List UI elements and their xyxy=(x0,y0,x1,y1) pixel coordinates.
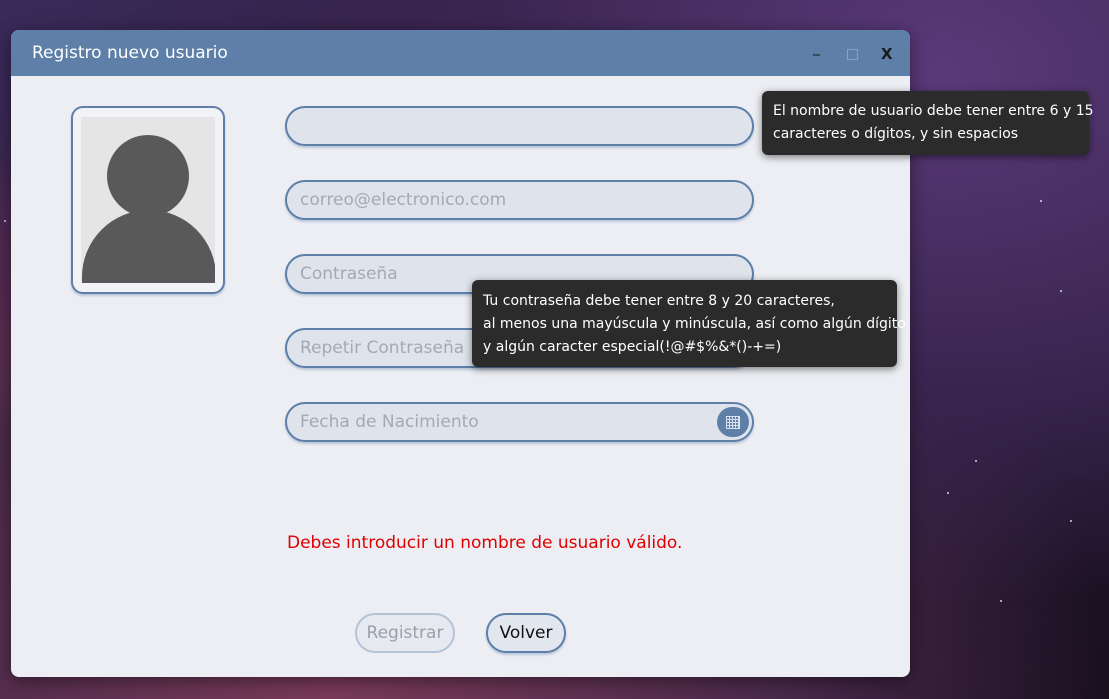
username-tooltip-line: El nombre de usuario debe tener entre 6 … xyxy=(773,103,1094,119)
minimize-button[interactable]: _ xyxy=(813,40,820,56)
register-button[interactable]: Registrar xyxy=(355,613,455,653)
password-tooltip-line: Tu contraseña debe tener entre 8 y 20 ca… xyxy=(483,293,835,309)
star xyxy=(1000,600,1002,602)
back-button[interactable]: Volver xyxy=(486,613,566,653)
email-field[interactable]: correo@electronico.com xyxy=(285,180,754,220)
birth-date-placeholder: Fecha de Nacimiento xyxy=(300,412,479,432)
avatar-picker[interactable] xyxy=(71,106,225,294)
avatar-placeholder-icon xyxy=(81,117,215,283)
password-placeholder: Contraseña xyxy=(300,264,398,284)
error-message: Debes introducir un nombre de usuario vá… xyxy=(287,533,683,553)
star xyxy=(1060,290,1062,292)
star xyxy=(975,460,977,462)
close-button[interactable]: X xyxy=(881,45,893,63)
email-placeholder: correo@electronico.com xyxy=(300,190,507,210)
maximize-button[interactable] xyxy=(847,49,858,60)
star xyxy=(4,220,6,222)
username-tooltip: El nombre de usuario debe tener entre 6 … xyxy=(762,91,1094,155)
title-bar[interactable]: Registro nuevo usuario _ X xyxy=(11,30,910,76)
password-tooltip: Tu contraseña debe tener entre 8 y 20 ca… xyxy=(472,280,906,367)
username-tooltip-line: caracteres o dígitos, y sin espacios xyxy=(773,126,1019,142)
star xyxy=(1070,520,1072,522)
star xyxy=(947,492,949,494)
password-tooltip-line: y algún caracter especial(!@#$%&*()-+=) xyxy=(483,339,782,355)
avatar-body-shape xyxy=(82,210,215,283)
calendar-icon xyxy=(726,415,740,429)
username-field[interactable] xyxy=(285,106,754,146)
password-tooltip-line: al menos una mayúscula y minúscula, así … xyxy=(483,316,906,332)
repeat-password-placeholder: Repetir Contraseña xyxy=(300,338,465,358)
birth-date-field[interactable]: Fecha de Nacimiento xyxy=(285,402,754,442)
star xyxy=(1040,200,1042,202)
window-title: Registro nuevo usuario xyxy=(32,43,228,63)
date-picker-button[interactable] xyxy=(717,407,749,437)
avatar-head-shape xyxy=(107,135,189,217)
